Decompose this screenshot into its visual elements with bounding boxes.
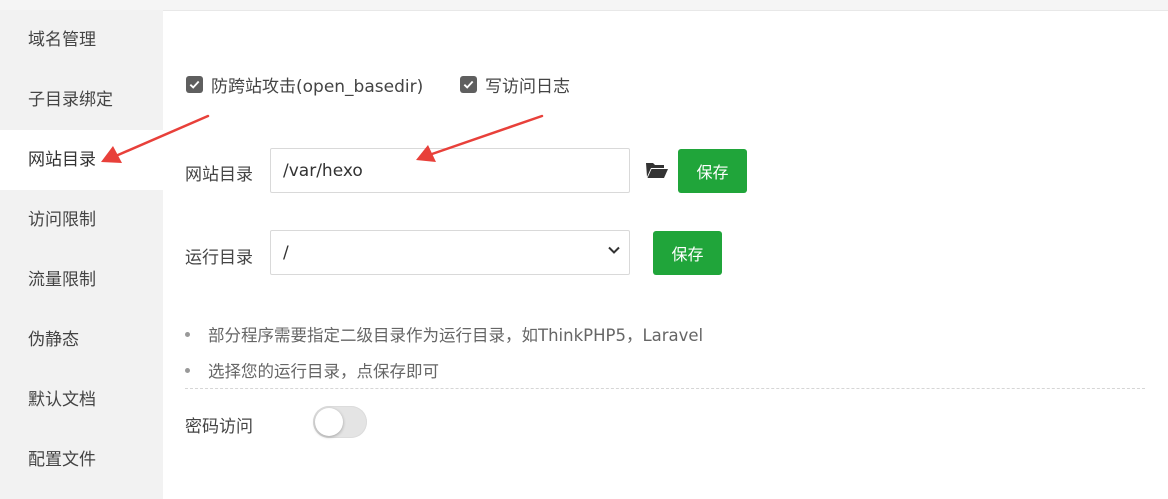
tip-item: 部分程序需要指定二级目录作为运行目录，如ThinkPHP5，Laravel bbox=[185, 322, 703, 346]
main-panel: 防跨站攻击(open_basedir) 写访问日志 网站目录 /var/hexo… bbox=[163, 10, 1168, 499]
bullet-icon bbox=[185, 331, 190, 337]
sidebar-item-site-directory[interactable]: 网站目录 bbox=[0, 130, 163, 190]
access-log-label: 写访问日志 bbox=[485, 77, 570, 97]
chevron-down-icon bbox=[608, 246, 620, 254]
site-dir-label: 网站目录 bbox=[185, 165, 253, 185]
sidebar-item-domain-management[interactable]: 域名管理 bbox=[0, 10, 163, 70]
toggle-knob bbox=[315, 408, 343, 436]
sidebar-item-subdirectory-binding[interactable]: 子目录绑定 bbox=[0, 70, 163, 130]
tip-item: 选择您的运行目录，点保存即可 bbox=[185, 358, 439, 382]
checkbox-checked-icon bbox=[186, 76, 203, 93]
folder-open-icon[interactable] bbox=[645, 160, 669, 180]
divider bbox=[185, 388, 1145, 389]
bullet-icon bbox=[185, 367, 190, 373]
password-access-toggle[interactable] bbox=[313, 406, 367, 438]
sidebar-item-access-restriction[interactable]: 访问限制 bbox=[0, 190, 163, 250]
run-dir-select[interactable]: / bbox=[270, 230, 630, 275]
access-log-checkbox[interactable]: 写访问日志 bbox=[460, 72, 570, 97]
anti-xss-checkbox[interactable]: 防跨站攻击(open_basedir) bbox=[186, 72, 423, 97]
sidebar-item-traffic-limit[interactable]: 流量限制 bbox=[0, 250, 163, 310]
anti-xss-label: 防跨站攻击(open_basedir) bbox=[211, 77, 424, 97]
checkbox-checked-icon bbox=[460, 76, 477, 93]
sidebar-item-config-file[interactable]: 配置文件 bbox=[0, 430, 163, 490]
run-dir-save-button[interactable]: 保存 bbox=[653, 231, 722, 275]
sidebar-item-default-document[interactable]: 默认文档 bbox=[0, 370, 163, 430]
tip-text: 部分程序需要指定二级目录作为运行目录，如ThinkPHP5，Laravel bbox=[208, 326, 704, 345]
tip-text: 选择您的运行目录，点保存即可 bbox=[208, 362, 439, 381]
run-dir-label: 运行目录 bbox=[185, 248, 253, 268]
site-dir-input[interactable]: /var/hexo bbox=[270, 148, 630, 193]
site-dir-save-button[interactable]: 保存 bbox=[678, 149, 747, 193]
password-access-label: 密码访问 bbox=[185, 417, 253, 437]
site-dir-value: /var/hexo bbox=[283, 160, 363, 181]
run-dir-selected-value: / bbox=[283, 242, 289, 263]
sidebar-item-rewrite[interactable]: 伪静态 bbox=[0, 310, 163, 370]
sidebar: 域名管理 子目录绑定 网站目录 访问限制 流量限制 伪静态 默认文档 配置文件 bbox=[0, 10, 163, 499]
